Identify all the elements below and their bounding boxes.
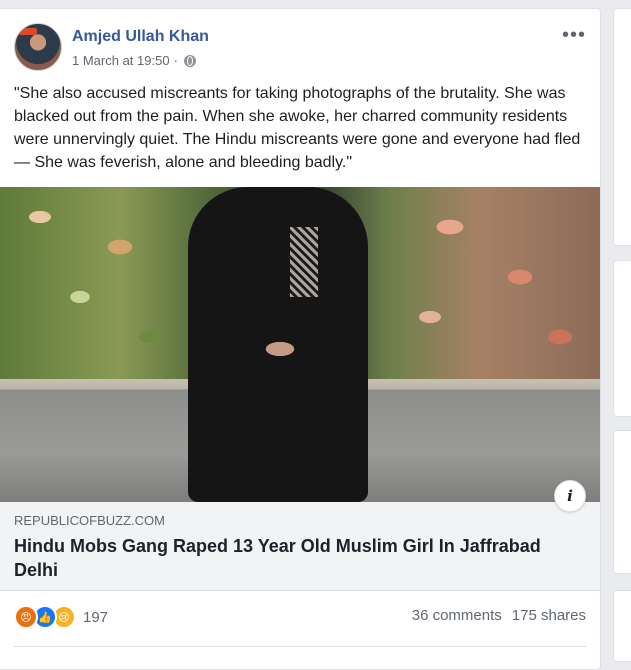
author-name[interactable]: Amjed Ullah Khan xyxy=(72,28,209,46)
shares-count[interactable]: 175 shares xyxy=(512,607,586,624)
post-card: Amjed Ullah Khan 1 March at 19:50 · ••• … xyxy=(0,8,601,670)
post-timestamp[interactable]: 1 March at 19:50 xyxy=(72,53,170,68)
info-icon[interactable]: i xyxy=(554,480,586,512)
comments-count[interactable]: 36 comments xyxy=(412,607,502,624)
link-preview[interactable]: REPUBLICOFBUZZ.COM Hindu Mobs Gang Raped… xyxy=(0,502,600,591)
link-headline[interactable]: Hindu Mobs Gang Raped 13 Year Old Muslim… xyxy=(14,534,584,582)
post-stats: 😠 👍 😢 197 36 comments 175 shares xyxy=(14,603,586,631)
link-domain: REPUBLICOFBUZZ.COM xyxy=(14,513,165,528)
post-meta: 1 March at 19:50 · xyxy=(72,53,196,68)
avatar[interactable] xyxy=(14,23,62,71)
more-options-icon[interactable]: ••• xyxy=(562,25,586,45)
reactions-summary[interactable]: 😠 👍 😢 197 xyxy=(14,605,108,629)
right-column-panel xyxy=(613,8,631,246)
right-column-panel xyxy=(613,590,631,662)
image-figure xyxy=(188,187,368,502)
right-column-panel xyxy=(613,260,631,417)
post-text: "She also accused miscreants for taking … xyxy=(14,85,581,171)
globe-icon[interactable] xyxy=(183,54,196,67)
image-lace xyxy=(290,227,318,297)
divider xyxy=(14,646,586,647)
angry-icon: 😠 xyxy=(14,605,38,629)
meta-separator: · xyxy=(173,53,178,68)
engagement-counts: 36 comments 175 shares xyxy=(412,607,586,624)
link-preview-image[interactable] xyxy=(0,187,600,502)
post-header: Amjed Ullah Khan 1 March at 19:50 · ••• xyxy=(14,23,590,75)
right-column-panel xyxy=(613,430,631,574)
reactions-count: 197 xyxy=(83,608,109,626)
